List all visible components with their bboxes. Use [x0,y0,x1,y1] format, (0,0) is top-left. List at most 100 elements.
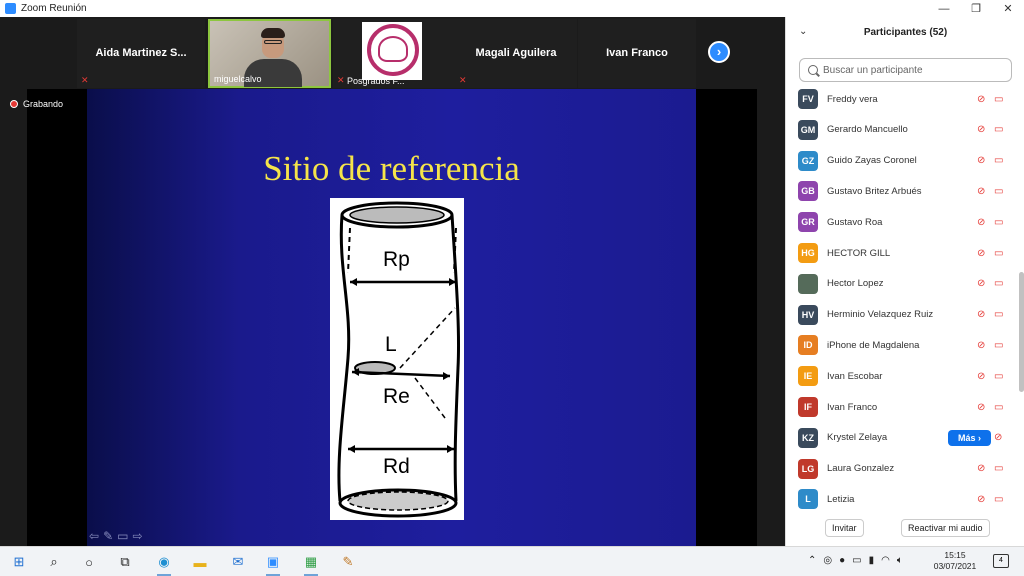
clock[interactable]: 15:15 03/07/2021 [930,550,980,572]
network-icon[interactable]: ◠ [881,555,890,566]
search-input[interactable]: Buscar un participante [799,58,1012,82]
participant-tile[interactable]: Magali Aguilera ✕ [455,19,577,88]
vessel-diagram: Rp L Re Rd [330,198,464,520]
avatar: ID [798,335,818,356]
participant-name: Hector Lopez [827,278,884,290]
participant-name: Ivan Franco [606,47,668,59]
title-bar: Zoom Reunión — ❐ ✕ [0,0,1024,17]
zoom-taskbar-icon[interactable]: ▣ [264,553,282,571]
cortana-icon[interactable]: ○ [80,553,98,571]
participant-row[interactable]: GB Gustavo Britez Arbués ⊘ ▭ [786,176,1018,206]
participant-row[interactable]: GZ Guido Zayas Coronel ⊘ ▭ [786,146,1018,176]
participant-row[interactable]: FV Freddy vera ⊘ ▭ [786,84,1018,114]
participant-name: Aida Martinez S... [95,47,187,59]
invite-button[interactable]: Invitar [825,519,864,537]
participant-row[interactable]: GM Gerardo Mancuello ⊘ ▭ [786,115,1018,145]
mic-muted-icon: ⊘ [977,278,986,290]
participant-name: Krystel Zelaya [827,432,888,444]
recording-indicator[interactable]: Grabando [10,99,63,109]
microphone-icon[interactable]: ● [839,555,845,566]
mic-muted-icon: ✕ [337,75,345,85]
slide: Sitio de referencia Rp L Re Rd ⇦ ✎ ▭ ⇨ [27,89,757,546]
participant-tile[interactable]: Ivan Franco [578,19,696,88]
next-slide-icon[interactable]: ⇨ [132,529,142,543]
participant-name: Guido Zayas Coronel [827,155,917,167]
restore-button[interactable]: ❐ [960,0,992,17]
participant-row[interactable]: IE Ivan Escobar ⊘ ▭ [786,361,1018,391]
avatar: LG [798,458,818,479]
clock-time: 15:15 [944,550,966,560]
tray-overflow-icon[interactable]: ⌃ [808,555,816,566]
window-title: Zoom Reunión [21,3,87,14]
task-view-icon[interactable]: ⧉ [116,553,134,571]
participant-row[interactable]: KZ Krystel Zelaya Más › ⊘ [786,423,1018,453]
spreadsheet-icon[interactable]: ▦ [302,553,320,571]
participant-name: Gerardo Mancuello [827,124,908,136]
minimize-button[interactable]: — [928,0,960,17]
projector-icon[interactable]: ▭ [852,555,861,566]
participant-name: Letizia [827,493,855,505]
avatar: HG [798,243,818,263]
more-button[interactable]: Más › [948,429,991,446]
system-tray: ⌃ ◎ ● ▭ ▮ ◠ 🔈︎ [808,555,903,566]
mic-muted-icon: ⊘ [977,247,986,259]
participant-row[interactable]: IF Ivan Franco ⊘ ▭ [786,392,1018,422]
vessel-svg: Rp L Re Rd [337,201,461,518]
search-icon[interactable]: ⌕ [45,553,63,571]
video-off-icon: ▭ [994,339,1004,351]
participant-row[interactable]: GR Gustavo Roa ⊘ ▭ [786,207,1018,237]
mic-muted-icon: ⊘ [977,309,986,321]
slide-nav: ⇦ ✎ ▭ ⇨ [89,529,143,543]
participant-row[interactable]: Hector Lopez ⊘ ▭ [786,269,1018,299]
list-scrollbar[interactable] [1018,84,1024,516]
participant-name: Gustavo Roa [827,216,883,228]
participant-row[interactable]: L Letizia ⊘ ▭ [786,484,1018,514]
avatar: IE [798,366,818,387]
avatar: L [798,489,818,510]
windows-start-icon[interactable]: ⊞ [10,553,28,571]
label-rp: Rp [383,248,410,271]
pen-icon[interactable]: ✎ [103,529,113,543]
avatar: GZ [798,150,818,171]
video-off-icon: ▭ [994,185,1004,197]
mic-muted-icon: ⊘ [977,93,986,105]
recording-dot-icon [10,100,18,108]
panel-title: Participantes (52) [863,27,948,38]
avatar: FV [798,89,818,109]
notifications-icon[interactable]: 4 [993,554,1009,568]
video-off-icon: ▭ [994,124,1004,136]
edge-icon[interactable]: ◉ [155,553,173,571]
participant-name: Herminio Velazquez Ruiz [827,309,934,321]
mic-muted-icon: ⊘ [977,401,986,413]
volume-icon[interactable]: 🔈︎ [897,555,903,566]
mail-icon[interactable]: ✉ [229,553,247,571]
participant-tile[interactable]: Aida Martinez S... ✕ [77,19,205,88]
glasses [264,40,282,44]
participant-video-tile[interactable]: miguelcalvo [208,19,331,88]
participant-row[interactable]: ID iPhone de Magdalena ⊘ ▭ [786,330,1018,360]
avatar: GM [798,119,818,140]
battery-icon[interactable]: ▮ [869,555,875,566]
participant-tile[interactable]: ✕ Posgrados F... [333,19,455,88]
file-explorer-icon[interactable]: ▬ [191,553,209,571]
participant-row[interactable]: HG HECTOR GILL ⊘ ▭ [786,238,1018,268]
participant-list: FV Freddy vera ⊘ ▭ GM Gerardo Mancuello ⊘ ▭ GZ Gu… [786,84,1018,516]
mic-muted-icon: ✕ [81,75,89,85]
participant-row[interactable]: HV Herminio Velazquez Ruiz ⊘ ▭ [786,300,1018,330]
paint-icon[interactable]: ✎ [339,553,357,571]
label-re: Re [383,385,410,408]
scrollbar-thumb[interactable] [1019,272,1024,392]
label-rd: Rd [383,455,410,478]
recording-label: Grabando [23,99,64,109]
prev-slide-icon[interactable]: ⇦ [89,529,99,543]
participant-name: Gustavo Britez Arbués [827,185,922,197]
close-button[interactable]: ✕ [992,0,1024,17]
mic-muted-icon: ⊘ [977,124,986,136]
unmute-me-button[interactable]: Reactivar mi audio [901,519,990,537]
participant-row[interactable]: LG Laura Gonzalez ⊘ ▭ [786,454,1018,484]
camera-icon[interactable]: ◎ [823,555,832,566]
menu-icon[interactable]: ▭ [117,529,128,543]
next-page-button[interactable]: › [708,41,730,63]
avatar: IF [798,397,818,417]
mic-muted-icon: ⊘ [977,185,986,197]
